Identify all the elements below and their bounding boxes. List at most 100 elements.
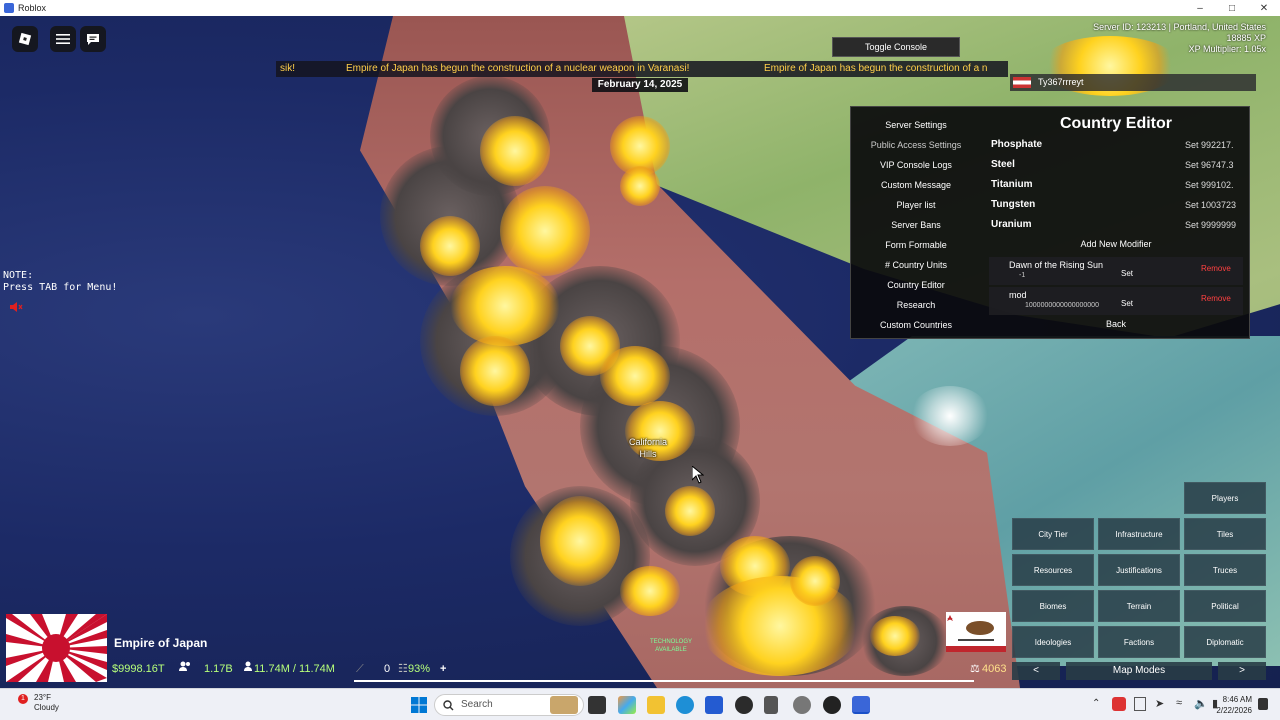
player-list-entry[interactable]: Ty367rrreyt: [1010, 74, 1256, 91]
roblox-taskbar-icon[interactable]: [852, 696, 870, 714]
map-mode-players[interactable]: Players: [1184, 482, 1266, 514]
menu-country-units[interactable]: # Country Units: [857, 255, 975, 275]
menu-server-bans[interactable]: Server Bans: [857, 215, 975, 235]
menu-form-formable[interactable]: Form Formable: [857, 235, 975, 255]
app-icon[interactable]: [823, 696, 841, 714]
wifi-icon[interactable]: ≈: [1176, 697, 1182, 709]
technology-available-badge[interactable]: TECHNOLOGY AVAILABLE: [648, 638, 694, 654]
clock[interactable]: 8:46 AM 2/22/2026: [1216, 694, 1252, 716]
map-mode-next-button[interactable]: >: [1218, 662, 1266, 680]
tray-chevron-up-icon[interactable]: ⌃: [1092, 698, 1100, 709]
map-mode-button[interactable]: Diplomatic: [1184, 626, 1266, 658]
news-ticker: sik! Empire of Japan has begun the const…: [276, 61, 1008, 77]
fire-blast: [540, 496, 620, 586]
roblox-menu-button[interactable]: [12, 26, 38, 52]
resource-set-input[interactable]: Set 1003723: [1185, 195, 1241, 215]
menu-custom-message[interactable]: Custom Message: [857, 175, 975, 195]
search-highlight-icon[interactable]: [550, 696, 578, 714]
window-controls: – □ ✕: [1184, 0, 1280, 16]
resource-row: Uranium Set 9999999: [991, 215, 1241, 235]
war-count-stat: 0: [384, 663, 391, 675]
modifier-value-input[interactable]: 1000000000000000000: [1025, 302, 1099, 309]
toggle-console-button[interactable]: Toggle Console: [832, 37, 960, 57]
volume-icon[interactable]: 🔈: [1194, 697, 1208, 710]
modifier-name: Dawn of the Rising Sun: [1009, 260, 1104, 270]
resource-set-input[interactable]: Set 999102.: [1185, 175, 1241, 195]
add-modifier-button[interactable]: Add New Modifier: [985, 239, 1247, 249]
weather-condition: Cloudy: [34, 703, 59, 712]
back-button[interactable]: Back: [985, 319, 1247, 329]
tray-app-icon[interactable]: [1134, 697, 1146, 711]
menu-server-settings[interactable]: Server Settings: [857, 115, 975, 135]
california-republic-flag: [946, 612, 1006, 652]
menu-custom-countries[interactable]: Custom Countries: [857, 315, 975, 335]
money-stat: $9998.16T: [112, 663, 165, 675]
xp-multiplier-text: XP Multiplier: 1.05x: [1188, 44, 1266, 54]
resource-name: Phosphate: [991, 139, 1043, 150]
minimize-button[interactable]: –: [1184, 0, 1216, 16]
province-label-line1: California: [628, 437, 668, 447]
map-mode-button[interactable]: Factions: [1098, 626, 1180, 658]
map-mode-button[interactable]: City Tier: [1012, 518, 1094, 550]
modifier-value-input[interactable]: -1: [1019, 272, 1025, 279]
ticker-item: Empire of Japan has begun the constructi…: [764, 63, 988, 74]
tray-send-icon[interactable]: ➤: [1155, 697, 1164, 710]
map-mode-button[interactable]: Biomes: [1012, 590, 1094, 622]
country-flag[interactable]: [6, 614, 107, 682]
menu-public-access-settings[interactable]: Public Access Settings: [857, 135, 975, 155]
resource-set-input[interactable]: Set 96747.3: [1185, 155, 1241, 175]
weather-widget[interactable]: 23°F Cloudy: [34, 693, 59, 713]
modifier-remove-button[interactable]: Remove: [1201, 294, 1231, 303]
map-mode-button[interactable]: Resources: [1012, 554, 1094, 586]
hamburger-menu-button[interactable]: [50, 26, 76, 52]
edge-browser-icon[interactable]: [676, 696, 694, 714]
menu-country-editor[interactable]: Country Editor: [857, 275, 975, 295]
map-mode-button[interactable]: Political: [1184, 590, 1266, 622]
roblox-logo-icon: [18, 32, 32, 46]
expand-stats-button[interactable]: +: [440, 660, 446, 678]
resource-name: Tungsten: [991, 199, 1036, 210]
speaker-muted-icon[interactable]: [10, 300, 24, 318]
roblox-app-icon: [4, 3, 14, 13]
app-icon[interactable]: [764, 696, 778, 714]
map-mode-button[interactable]: Justifications: [1098, 554, 1180, 586]
chat-button[interactable]: [80, 26, 106, 52]
map-mode-button[interactable]: Tiles: [1184, 518, 1266, 550]
country-stats-bar: $9998.16T 1.17B 11.74M / 11.74M ⟋ 0 ☷ 93…: [110, 660, 1030, 678]
fire-blast: [870, 616, 920, 656]
server-info: Server ID: 123213 | Portland, United Sta…: [1093, 22, 1266, 55]
fire-blast: [665, 486, 715, 536]
resource-set-input[interactable]: Set 992217.: [1185, 135, 1241, 155]
tray-app-icon[interactable]: [1112, 697, 1126, 711]
map-mode-button[interactable]: Truces: [1184, 554, 1266, 586]
map-mode-button[interactable]: Ideologies: [1012, 626, 1094, 658]
modifier-remove-button[interactable]: Remove: [1201, 264, 1231, 273]
notification-center-icon[interactable]: [1258, 698, 1268, 710]
manpower-icon: [242, 660, 254, 678]
windows-start-icon[interactable]: [410, 696, 428, 714]
map-mode-button[interactable]: Infrastructure: [1098, 518, 1180, 550]
map-mode-button[interactable]: Terrain: [1098, 590, 1180, 622]
store-icon[interactable]: [705, 696, 723, 714]
menu-research[interactable]: Research: [857, 295, 975, 315]
copilot-icon[interactable]: [618, 696, 636, 714]
menu-player-list[interactable]: Player list: [857, 195, 975, 215]
note-line1: NOTE:: [3, 270, 34, 281]
resource-set-input[interactable]: Set 9999999: [1185, 215, 1241, 235]
clock-date: 2/22/2026: [1216, 706, 1252, 715]
task-view-icon[interactable]: [588, 696, 606, 714]
country-editor: Country Editor Phosphate Set 992217. Ste…: [985, 107, 1247, 338]
server-id-text: Server ID: 123213 | Portland, United Sta…: [1093, 22, 1266, 32]
population-icon: [178, 660, 192, 678]
close-button[interactable]: ✕: [1248, 0, 1280, 16]
admin-menu: Server Settings Public Access Settings V…: [857, 115, 975, 335]
maximize-button[interactable]: □: [1216, 0, 1248, 16]
modifier-set-button[interactable]: Set: [1121, 269, 1133, 278]
file-explorer-icon[interactable]: [647, 696, 665, 714]
settings-gear-icon[interactable]: [793, 696, 811, 714]
clock-time: 8:46 AM: [1222, 695, 1252, 704]
app-icon[interactable]: [735, 696, 753, 714]
window-title: Roblox: [18, 3, 47, 13]
menu-vip-console-logs[interactable]: VIP Console Logs: [857, 155, 975, 175]
modifier-set-button[interactable]: Set: [1121, 299, 1133, 308]
